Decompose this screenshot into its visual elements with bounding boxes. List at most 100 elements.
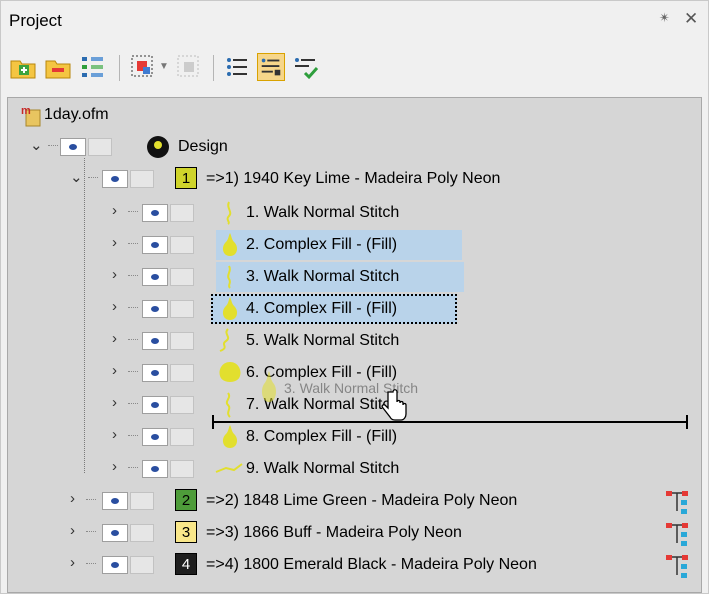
chevron-right-icon[interactable]: › — [112, 234, 128, 254]
tree-design-row[interactable]: ⌄ Design — [8, 132, 701, 162]
lock-toggle[interactable] — [130, 556, 154, 574]
sort-layers-icon[interactable] — [79, 53, 107, 81]
lock-toggle[interactable] — [170, 236, 194, 254]
tree-color-row[interactable]: › 3 =>3) 1866 Buff - Madeira Poly Neon — [8, 518, 701, 548]
chevron-right-icon[interactable]: › — [112, 266, 128, 286]
tree-color-row[interactable]: › 4 =>4) 1800 Emerald Black - Madeira Po… — [8, 550, 701, 580]
visibility-toggle[interactable] — [142, 268, 168, 286]
chevron-right-icon[interactable]: › — [112, 394, 128, 414]
tree-connector — [128, 371, 138, 372]
visibility-toggle[interactable] — [102, 170, 128, 188]
color-label: =>1) 1940 Key Lime - Madeira Poly Neon — [206, 170, 501, 187]
tree-color-row[interactable]: › 2 =>2) 1848 Lime Green - Madeira Poly … — [8, 486, 701, 516]
tree-connector — [128, 403, 138, 404]
add-folder-icon[interactable] — [9, 53, 37, 81]
dropdown-arrow-icon[interactable]: ▼ — [159, 61, 171, 89]
lock-toggle[interactable] — [170, 300, 194, 318]
lock-toggle[interactable] — [88, 138, 112, 156]
tree-connector — [86, 499, 96, 500]
color-swatch: 4 — [175, 553, 197, 575]
complex-fill-icon — [222, 425, 238, 448]
chevron-right-icon[interactable]: › — [112, 458, 128, 478]
color-label: =>4) 1800 Emerald Black - Madeira Poly N… — [206, 556, 537, 573]
visibility-toggle[interactable] — [142, 428, 168, 446]
visibility-toggle[interactable] — [102, 492, 128, 510]
close-icon[interactable]: ✕ — [684, 9, 702, 29]
visibility-toggle[interactable] — [142, 300, 168, 318]
visibility-toggle[interactable] — [142, 236, 168, 254]
lock-toggle[interactable] — [130, 492, 154, 510]
visibility-toggle[interactable] — [60, 138, 86, 156]
lock-toggle[interactable] — [170, 332, 194, 350]
chevron-right-icon[interactable]: › — [112, 298, 128, 318]
chevron-right-icon[interactable]: › — [70, 554, 86, 574]
design-icon — [147, 136, 169, 158]
lock-toggle[interactable] — [170, 204, 194, 222]
chevron-right-icon[interactable]: › — [112, 426, 128, 446]
chevron-down-icon[interactable]: ⌄ — [30, 136, 46, 156]
lock-toggle[interactable] — [170, 460, 194, 478]
pin-icon[interactable]: ✴ — [659, 10, 677, 30]
project-tree[interactable]: m 1day.ofm ⌄ Design ⌄ 1 =>1) 1940 Key Li… — [7, 97, 702, 593]
chevron-right-icon[interactable]: › — [112, 202, 128, 222]
color-swatch: 1 — [175, 167, 197, 189]
visibility-toggle[interactable] — [142, 364, 168, 382]
select-stitches-icon[interactable] — [129, 53, 157, 81]
chevron-right-icon[interactable]: › — [70, 490, 86, 510]
chevron-down-icon[interactable]: ⌄ — [70, 168, 86, 188]
list-view-icon[interactable] — [223, 53, 251, 81]
design-label: Design — [178, 138, 228, 155]
tree-object-row[interactable]: › 4. Complex Fill - (Fill) — [8, 294, 701, 324]
svg-text:m: m — [21, 105, 31, 117]
tree-object-row[interactable]: › 8. Complex Fill - (Fill) — [8, 422, 701, 452]
panel-title: Project — [9, 11, 62, 30]
chevron-right-icon[interactable]: › — [112, 330, 128, 350]
file-icon: m — [21, 105, 41, 127]
tree-color-row[interactable]: ⌄ 1 =>1) 1940 Key Lime - Madeira Poly Ne… — [8, 164, 701, 194]
tree-object-row[interactable]: › 9. Walk Normal Stitch — [8, 454, 701, 484]
walk-stitch-icon — [215, 463, 243, 473]
palette-sequence-icon[interactable] — [664, 552, 690, 580]
tree-object-row[interactable]: › 3. Walk Normal Stitch — [8, 262, 701, 292]
object-label: 4. Complex Fill - (Fill) — [246, 300, 398, 317]
drag-ghost: 3. Walk Normal Stitch — [258, 370, 418, 410]
tree-connector — [128, 307, 138, 308]
tree-object-row[interactable]: › 5. Walk Normal Stitch — [8, 326, 701, 356]
palette-sequence-icon[interactable] — [664, 488, 690, 516]
open-folder-icon[interactable] — [44, 53, 72, 81]
toolbar: ▼ — [1, 47, 708, 91]
select-disabled-icon — [177, 55, 199, 77]
visibility-toggle[interactable] — [142, 332, 168, 350]
complex-fill-icon — [222, 297, 238, 320]
panel-titlebar: Project ✴ ✕ — [1, 1, 708, 41]
visibility-toggle[interactable] — [102, 556, 128, 574]
complex-fill-icon — [219, 362, 241, 382]
lock-toggle[interactable] — [170, 364, 194, 382]
tree-connector — [86, 563, 96, 564]
chevron-right-icon[interactable]: › — [112, 362, 128, 382]
tree-connector — [128, 243, 138, 244]
palette-sequence-icon[interactable] — [664, 520, 690, 548]
hand-cursor-icon — [381, 389, 407, 421]
visibility-toggle[interactable] — [142, 204, 168, 222]
object-label: 8. Complex Fill - (Fill) — [246, 428, 398, 445]
visibility-toggle[interactable] — [142, 396, 168, 414]
tree-file-row[interactable]: m 1day.ofm — [8, 102, 701, 132]
tree-object-row[interactable]: › 2. Complex Fill - (Fill) — [8, 230, 701, 260]
tree-connector — [128, 339, 138, 340]
details-view-icon[interactable] — [257, 53, 285, 81]
walk-stitch-icon — [226, 201, 232, 225]
walk-stitch-icon — [225, 392, 231, 418]
tree-object-row[interactable]: › 1. Walk Normal Stitch — [8, 198, 701, 228]
lock-toggle[interactable] — [170, 428, 194, 446]
lock-toggle[interactable] — [130, 524, 154, 542]
file-name: 1day.ofm — [44, 106, 109, 123]
complex-fill-icon — [222, 233, 238, 256]
check-view-icon[interactable] — [291, 53, 319, 81]
lock-toggle[interactable] — [130, 170, 154, 188]
visibility-toggle[interactable] — [142, 460, 168, 478]
lock-toggle[interactable] — [170, 268, 194, 286]
chevron-right-icon[interactable]: › — [70, 522, 86, 542]
visibility-toggle[interactable] — [102, 524, 128, 542]
lock-toggle[interactable] — [170, 396, 194, 414]
